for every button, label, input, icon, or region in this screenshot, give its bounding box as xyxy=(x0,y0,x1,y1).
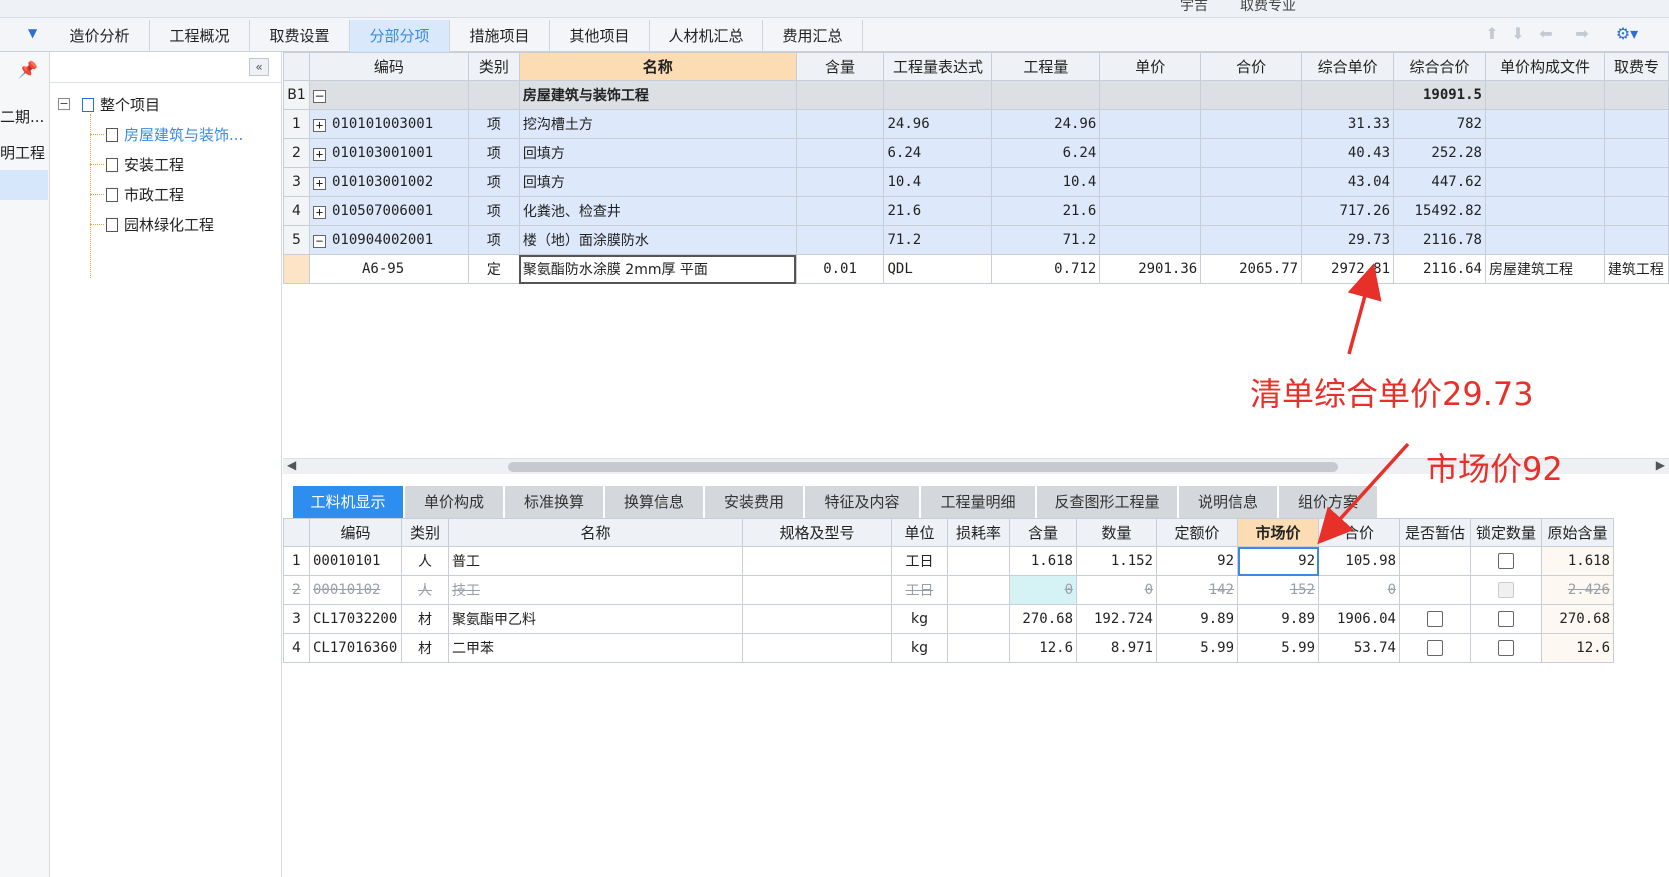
annotation-arrow-unit-price xyxy=(1347,263,1382,355)
annotation-arrows xyxy=(1317,263,1410,545)
annotation-market-price-note: 市场价92 xyxy=(1426,450,1563,488)
annotation-unit-price-note: 清单综合单价29.73 xyxy=(1250,375,1534,413)
annotation-arrow-market-price xyxy=(1317,442,1410,545)
